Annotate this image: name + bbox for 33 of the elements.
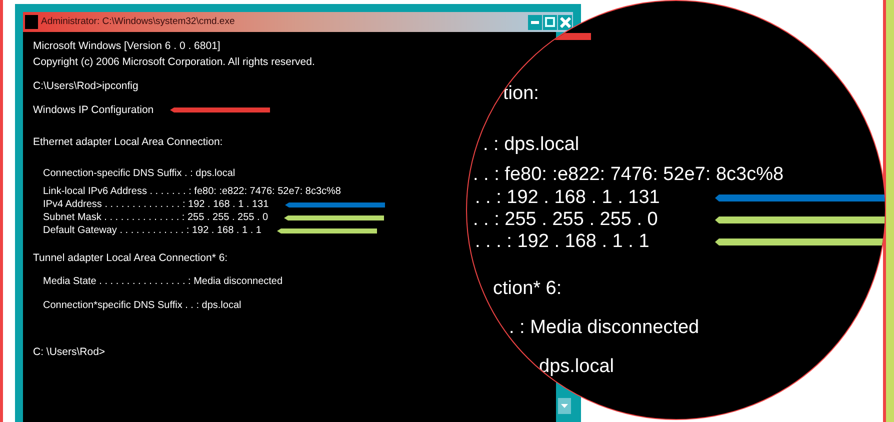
console-line: C: \Users\Rod> (33, 346, 106, 358)
scroll-down-button[interactable] (558, 398, 571, 414)
magnified-line: . . : 255 . 255 . 255 . 0 (473, 209, 658, 231)
magnified-line: dps.local (539, 356, 614, 378)
magnified-line: . : Media disconnected (509, 317, 700, 339)
console-line: Tunnel adapter Local Area Connection* 6: (33, 252, 228, 264)
magnified-line: . : dps.local (483, 134, 580, 156)
maximize-icon (545, 17, 555, 27)
console-line: Link-local IPv6 Address . . . . . . . : fe80: :e822: 7476: 52e7: 8c3c%8 (43, 186, 341, 198)
console-line: Copyright (c) 2006 Microsoft Corporation. All rights reserved. (33, 56, 315, 68)
console-line: Microsoft Windows [Version 6 . 0 . 6801] (33, 40, 220, 52)
console-app-icon (25, 15, 38, 29)
window-title: Administrator: C:\Windows\system32\cmd.exe (41, 14, 235, 29)
minimize-button[interactable] (528, 14, 542, 30)
console-line: Windows IP Configuration (33, 104, 154, 116)
close-button[interactable] (558, 14, 572, 30)
console-line: Subnet Mask . . . . . . . . . . . . . . : 255 . 255 . 255 . 0 (43, 212, 268, 224)
minimize-icon (531, 20, 539, 24)
console-line: Default Gateway . . . . . . . . . . . . : 192 . 168 . 1 . 1 (43, 225, 262, 237)
console-line: IPv4 Address . . . . . . . . . . . . . . : 192 . 168 . 1 . 131 (43, 199, 269, 211)
magnified-line: . . . : 192 . 168 . 1 . 1 (475, 231, 650, 253)
console-line: Connection-specific DNS Suffix . : dps.local (43, 168, 236, 180)
magnified-line: ction* 6: (493, 278, 562, 300)
console-line: Ethernet adapter Local Area Connection: (33, 136, 223, 148)
magnified-line: . . : fe80: :e822: 7476: 52e7: 8c3c%8 (473, 164, 784, 186)
console-line: Connection*specific DNS Suffix . . : dps.local (43, 300, 242, 312)
close-icon (560, 16, 570, 28)
down-arrow-icon (561, 404, 568, 408)
console-line: Media State . . . . . . . . . . . . . . . . : Media disconnected (43, 276, 283, 288)
magnified-line: . . : 192 . 168 . 1 . 131 (475, 187, 660, 209)
magnified-line: tion: (503, 83, 539, 105)
console-line: C:\Users\Rod>ipconfig (33, 80, 138, 92)
maximize-button[interactable] (543, 14, 557, 30)
